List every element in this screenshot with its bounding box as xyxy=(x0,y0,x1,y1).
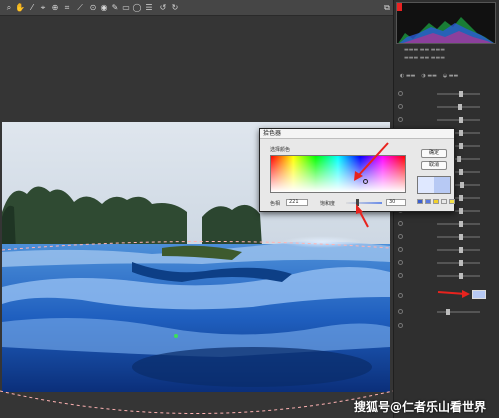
slider-row[interactable] xyxy=(398,88,494,99)
slider-row[interactable] xyxy=(398,257,494,268)
graduated-filter-icon[interactable]: ▭ xyxy=(121,3,131,13)
panel-tabs: ◐ ▬▬ ◑ ▬▬ ◒ ▬▬ xyxy=(400,72,494,80)
swatch[interactable] xyxy=(441,199,447,204)
saturation-label: 饱和度 xyxy=(320,201,336,207)
tab-3[interactable]: ◒ ▬▬ xyxy=(443,73,458,79)
color-sampler-icon[interactable]: ⌖ xyxy=(38,3,48,13)
red-eye-icon[interactable]: ◉ xyxy=(99,3,109,13)
swatch[interactable] xyxy=(417,199,423,204)
slider-row[interactable] xyxy=(398,218,494,229)
saturation-slider[interactable] xyxy=(346,202,382,204)
hue-input[interactable]: 221 xyxy=(286,199,308,206)
slider-row[interactable] xyxy=(398,114,494,125)
rotate-left-icon[interactable]: ↺ xyxy=(158,3,168,13)
straighten-icon[interactable]: ⟋ xyxy=(75,3,85,13)
color-swatches xyxy=(417,199,455,204)
selected-color-swatch[interactable] xyxy=(472,290,486,299)
hand-icon[interactable]: ✋ xyxy=(15,3,25,13)
camera-info: ▬▬▬ ▬▬ ▬▬▬ xyxy=(404,47,445,53)
swatch[interactable] xyxy=(425,199,431,204)
rotate-right-icon[interactable]: ↻ xyxy=(170,3,180,13)
color-picker-dialog: 拾色器 选择颜色 确定 取消 色相 221 饱和度 30 xyxy=(259,128,455,212)
slider-row[interactable] xyxy=(398,244,494,255)
color-spectrum[interactable] xyxy=(270,155,406,193)
preview-old-color xyxy=(418,177,434,193)
tab-1[interactable]: ◐ ▬▬ xyxy=(400,73,415,79)
watermark: 搜狐号@仁者乐山看世界 xyxy=(354,400,487,414)
zoom-icon[interactable]: ⌕ xyxy=(4,3,14,13)
dialog-title: 拾色器 xyxy=(260,129,454,139)
saturation-input[interactable]: 30 xyxy=(386,199,406,206)
radial-filter-icon[interactable]: ◯ xyxy=(132,3,142,13)
spot-removal-icon[interactable]: ⊙ xyxy=(88,3,98,13)
target-adjust-icon[interactable]: ⊕ xyxy=(50,3,60,13)
preview-new-color xyxy=(434,177,450,193)
white-balance-icon[interactable]: ⁄ xyxy=(27,3,37,13)
color-preview xyxy=(417,176,451,194)
preferences-icon[interactable]: ☰ xyxy=(144,3,154,13)
slider-row[interactable] xyxy=(398,270,494,281)
select-color-label: 选择颜色 xyxy=(270,147,291,153)
slider-row[interactable] xyxy=(398,101,494,112)
saturation-slider-knob[interactable] xyxy=(356,199,359,206)
swatch[interactable] xyxy=(433,199,439,204)
swatch[interactable] xyxy=(449,199,455,204)
camera-info-2: ▬▬▬ ▬▬ ▬▬▬ xyxy=(404,55,445,61)
cancel-button[interactable]: 取消 xyxy=(421,161,447,170)
ok-button[interactable]: 确定 xyxy=(421,149,447,158)
checkbox-row[interactable] xyxy=(398,320,494,331)
fullscreen-icon[interactable]: ⧉ xyxy=(382,3,392,13)
adjustment-brush-icon[interactable]: ✎ xyxy=(110,3,120,13)
slider-row[interactable] xyxy=(398,231,494,242)
hue-label: 色相 xyxy=(270,201,281,207)
tab-2[interactable]: ◑ ▬▬ xyxy=(421,73,436,79)
canvas-workspace xyxy=(0,16,393,418)
crop-icon[interactable]: ⌗ xyxy=(62,3,72,13)
color-picker-ring[interactable] xyxy=(363,179,368,184)
dropdown-row[interactable] xyxy=(398,336,494,347)
slider-row[interactable] xyxy=(398,306,494,317)
histogram xyxy=(396,2,496,44)
